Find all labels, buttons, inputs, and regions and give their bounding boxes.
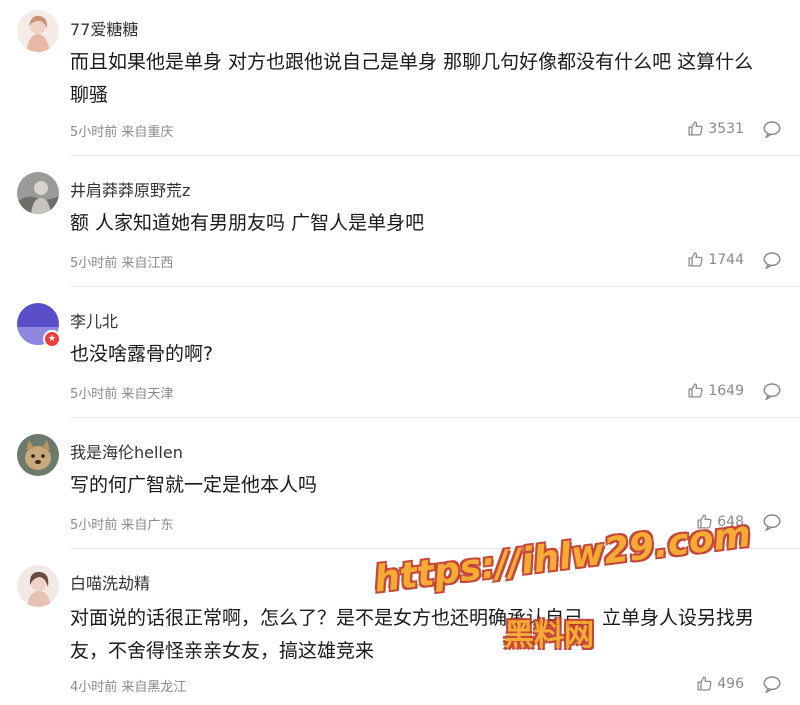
username[interactable]: 井肩莽莽原野荒z <box>70 177 190 201</box>
like-count: 1649 <box>708 382 744 399</box>
reply-icon[interactable] <box>762 675 782 693</box>
comment-text: 而且如果他是单身 对方也跟他说自己是单身 那聊几句好像都没有什么吧 这算什么聊骚 <box>70 51 754 106</box>
like-button[interactable]: 1649 <box>687 382 744 399</box>
comment-text: 额 人家知道她有男朋友吗 广智人是单身吧 <box>70 212 425 234</box>
like-button[interactable]: 648 <box>696 513 744 530</box>
comment-time: 5小时前 <box>70 256 118 271</box>
reply-icon[interactable] <box>762 382 782 400</box>
username[interactable]: 77爱糖糖 <box>70 16 138 40</box>
comment-time: 4小时前 <box>70 680 118 695</box>
comment-location: 来自广东 <box>121 518 174 533</box>
comment-location: 来自黑龙江 <box>121 680 187 695</box>
vip-badge-icon: ★ <box>43 330 61 348</box>
like-button[interactable]: 496 <box>696 675 744 692</box>
reply-icon[interactable] <box>762 120 782 138</box>
comment-time: 5小时前 <box>70 125 118 140</box>
comment-meta: 4小时前 来自黑龙江 <box>70 676 186 695</box>
thumbs-up-icon <box>697 676 712 691</box>
comment-meta: 5小时前 来自江西 <box>70 252 173 271</box>
comment-time: 5小时前 <box>70 518 118 533</box>
comment-text: 写的何广智就一定是他本人吗 <box>70 474 318 496</box>
comment-item: ★ 李儿北 也没啥露骨的啊? 5小时前 来自天津 1649 <box>0 287 800 418</box>
comment-location: 来自江西 <box>121 256 174 271</box>
username[interactable]: 李儿北 <box>70 308 118 332</box>
like-button[interactable]: 1744 <box>687 251 744 268</box>
username[interactable]: 我是海伦hellen <box>70 439 183 463</box>
comment-location: 来自天津 <box>121 387 174 402</box>
comment-item: 白喵洗劫精 对面说的话很正常啊，怎么了？是不是女方也还明确承认自己，立单身人设另… <box>0 549 800 705</box>
comment-text: 对面说的话很正常啊，怎么了？是不是女方也还明确承认自己，立单身人设另找男友，不舍… <box>70 607 755 662</box>
comment-item: 我是海伦hellen 写的何广智就一定是他本人吗 5小时前 来自广东 648 <box>0 418 800 549</box>
comment-meta: 5小时前 来自广东 <box>70 514 173 533</box>
comment-time: 5小时前 <box>70 387 118 402</box>
comment-item: 井肩莽莽原野荒z 额 人家知道她有男朋友吗 广智人是单身吧 5小时前 来自江西 … <box>0 156 800 287</box>
thumbs-up-icon <box>688 252 703 267</box>
avatar[interactable] <box>17 565 59 607</box>
comment-location: 来自重庆 <box>121 125 174 140</box>
reply-icon[interactable] <box>762 251 782 269</box>
comment-meta: 5小时前 来自天津 <box>70 383 173 402</box>
thumbs-up-icon <box>688 121 703 136</box>
avatar[interactable] <box>17 172 59 214</box>
avatar[interactable] <box>17 434 59 476</box>
username[interactable]: 白喵洗劫精 <box>70 570 150 594</box>
like-count: 1744 <box>708 251 744 268</box>
like-button[interactable]: 3531 <box>687 120 744 137</box>
comment-item: 77爱糖糖 而且如果他是单身 对方也跟他说自己是单身 那聊几句好像都没有什么吧 … <box>0 0 800 156</box>
like-count: 496 <box>717 675 744 692</box>
like-count: 3531 <box>708 120 744 137</box>
comment-meta: 5小时前 来自重庆 <box>70 121 173 140</box>
avatar[interactable] <box>17 10 59 52</box>
thumbs-up-icon <box>697 514 712 529</box>
reply-icon[interactable] <box>762 513 782 531</box>
thumbs-up-icon <box>688 383 703 398</box>
like-count: 648 <box>717 513 744 530</box>
comment-text: 也没啥露骨的啊? <box>70 343 214 365</box>
